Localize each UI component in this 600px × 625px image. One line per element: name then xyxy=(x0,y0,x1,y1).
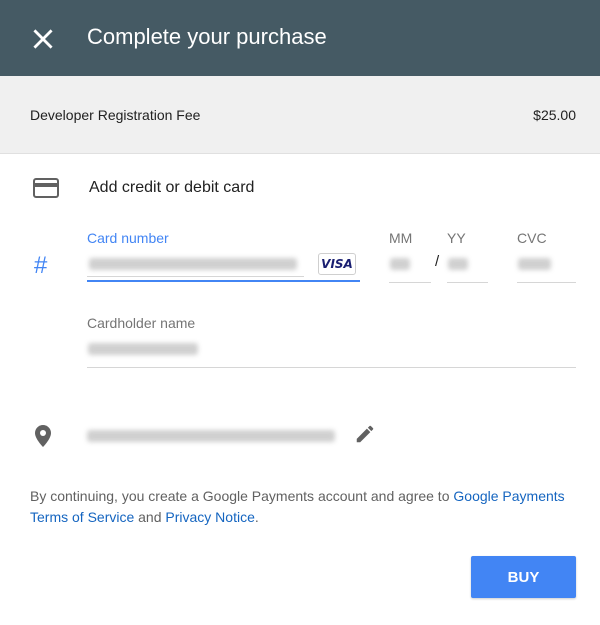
edit-pencil-icon[interactable] xyxy=(354,423,376,445)
expiry-month-underline xyxy=(389,282,431,283)
cvc-underline xyxy=(517,282,576,283)
terms-notice: By continuing, you create a Google Payme… xyxy=(30,486,575,528)
card-number-inner-divider xyxy=(87,276,304,277)
add-card-heading: Add credit or debit card xyxy=(89,179,255,196)
expiry-month-value-redacted xyxy=(390,258,410,270)
expiry-year-value-redacted xyxy=(448,258,468,270)
card-number-underline xyxy=(87,280,360,282)
billing-address-field[interactable] xyxy=(87,424,347,448)
expiry-year-label: YY xyxy=(447,230,466,246)
privacy-notice-link[interactable]: Privacy Notice xyxy=(165,509,254,525)
order-item-name: Developer Registration Fee xyxy=(30,107,201,123)
expiry-year-input[interactable] xyxy=(447,248,488,283)
expiry-month-input[interactable] xyxy=(389,248,431,283)
cardholder-name-label: Cardholder name xyxy=(87,315,196,331)
cardholder-name-underline xyxy=(87,367,576,368)
location-pin-icon xyxy=(35,425,51,447)
dialog-title: Complete your purchase xyxy=(87,24,327,49)
order-price: $25.00 xyxy=(533,107,576,123)
cvc-value-redacted xyxy=(518,258,551,270)
close-icon[interactable] xyxy=(30,26,56,52)
cardholder-name-value-redacted xyxy=(88,343,198,355)
visa-icon: VISA xyxy=(318,253,356,275)
card-number-label: Card number xyxy=(87,230,169,246)
billing-address-value-redacted xyxy=(87,430,335,442)
terms-conjunction: and xyxy=(134,509,166,525)
terms-period: . xyxy=(254,509,259,525)
cvc-label: CVC xyxy=(517,230,547,246)
terms-text: By continuing, you create a Google Payme… xyxy=(30,488,454,504)
order-summary-row: Developer Registration Fee $25.00 xyxy=(0,76,600,154)
expiry-year-underline xyxy=(447,282,488,283)
cardholder-name-input[interactable] xyxy=(87,334,576,368)
card-number-icon: # xyxy=(34,252,48,279)
credit-card-icon xyxy=(33,178,59,198)
cvc-input[interactable] xyxy=(517,248,576,283)
expiry-month-label: MM xyxy=(389,230,413,246)
buy-button[interactable]: BUY xyxy=(471,556,576,598)
dialog-header: Complete your purchase xyxy=(0,0,600,76)
expiry-separator: / xyxy=(435,253,440,270)
card-number-value-redacted xyxy=(89,258,297,270)
